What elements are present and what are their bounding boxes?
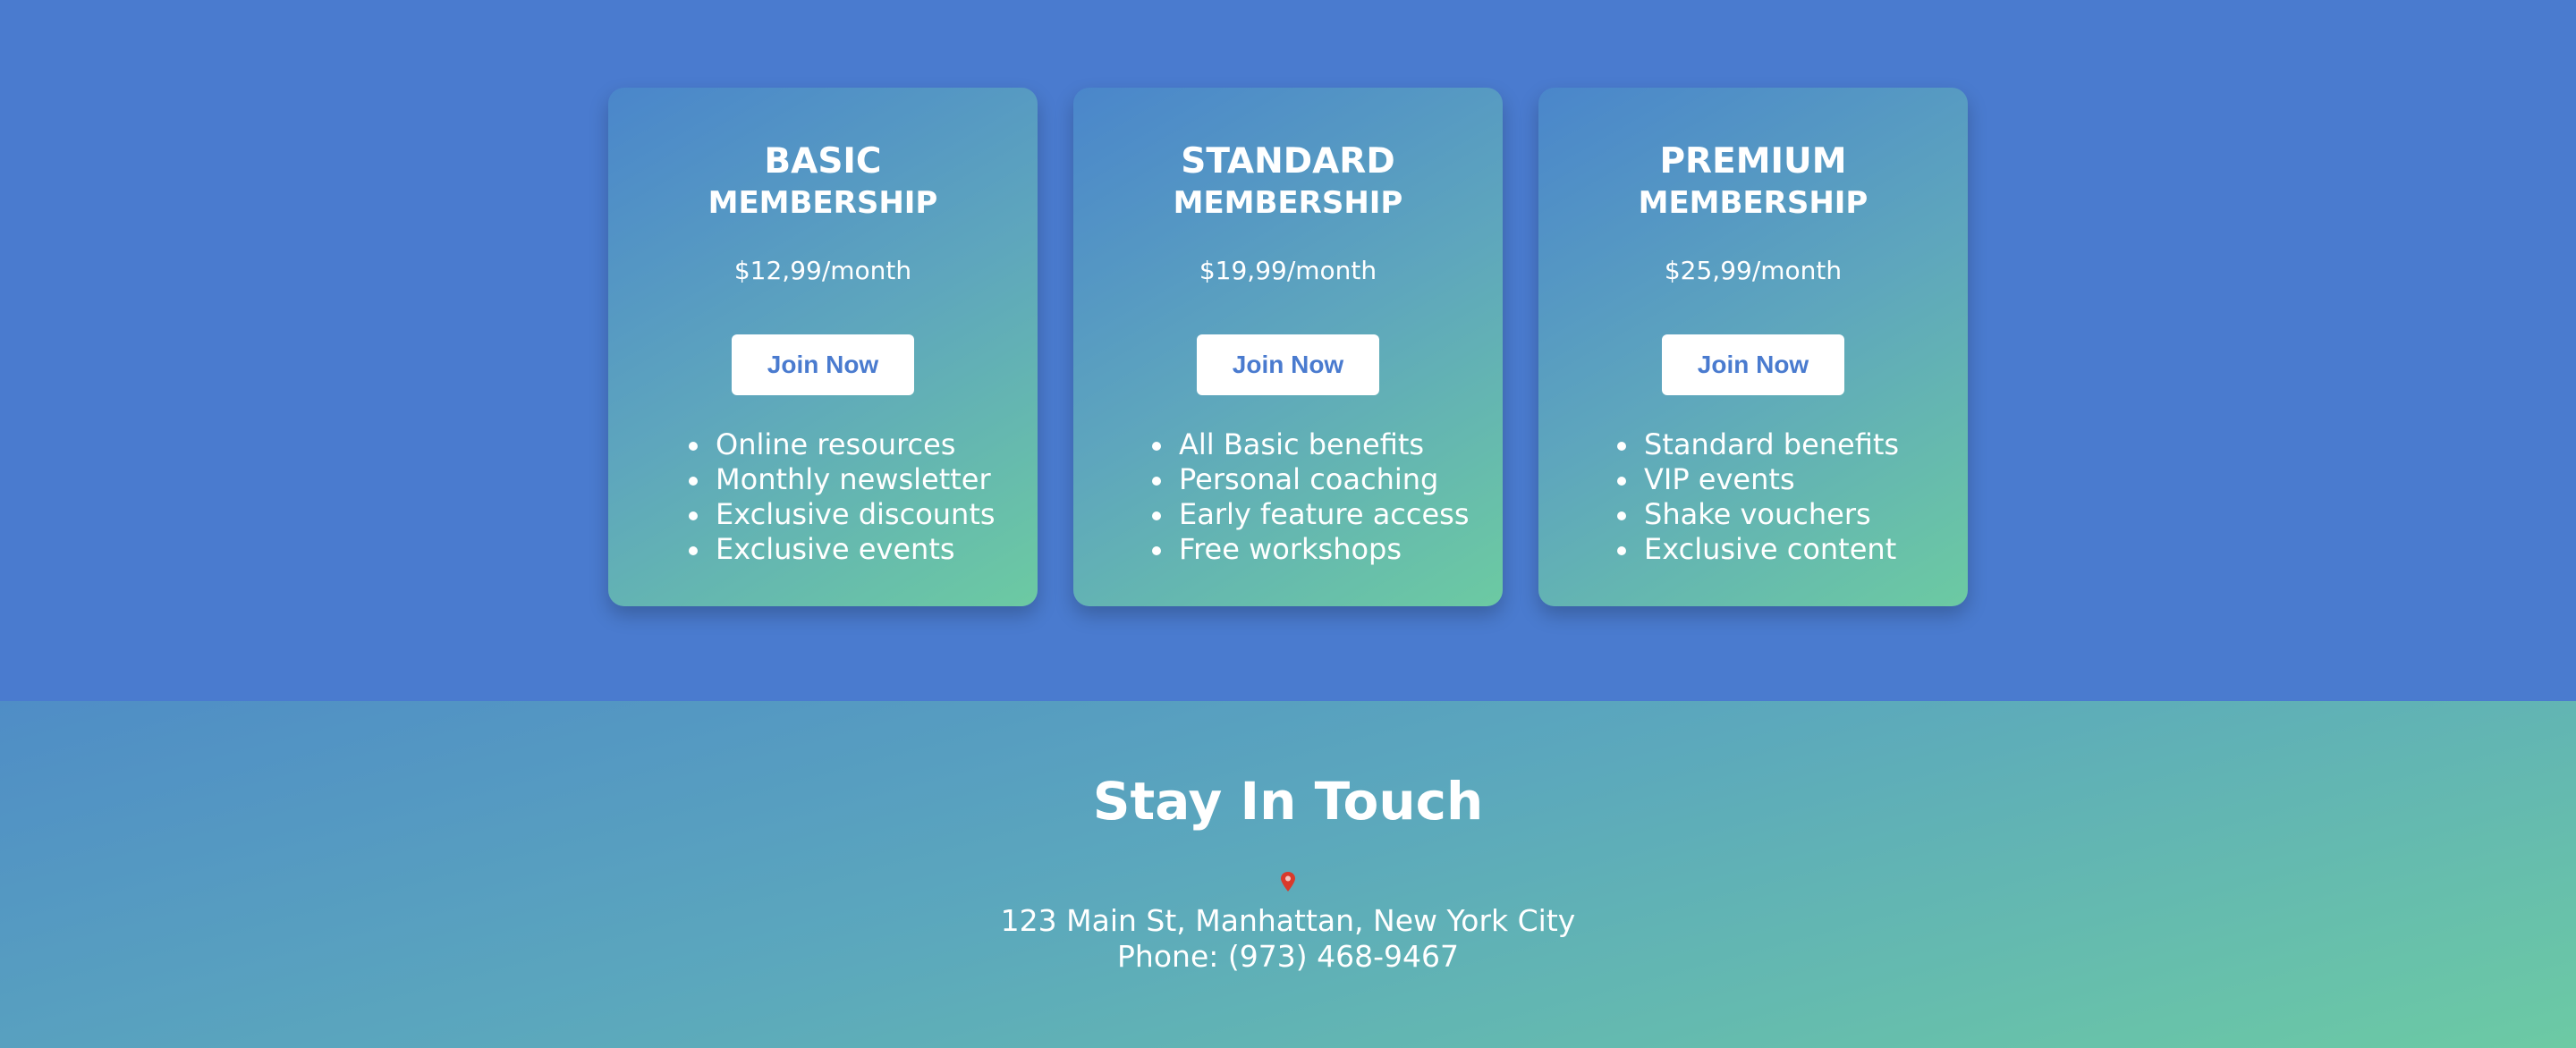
plan-title-line2: MEMBERSHIP (1173, 185, 1403, 221)
plan-price: $12,99/month (733, 256, 912, 285)
premium-plan-card: PREMIUM MEMBERSHIP $25,99/month Join Now… (1538, 88, 1968, 606)
plan-features: Online resources Monthly newsletter Excl… (689, 427, 996, 567)
contact-address: 123 Main St, Manhattan, New York City (1000, 903, 1576, 938)
map-pin-icon (1281, 872, 1295, 892)
pricing-cards: BASIC MEMBERSHIP $12,99/month Join Now O… (608, 88, 1968, 606)
plan-price: $19,99/month (1199, 256, 1377, 285)
plan-title-line1: BASIC (764, 141, 882, 182)
basic-plan-card: BASIC MEMBERSHIP $12,99/month Join Now O… (608, 88, 1038, 606)
plan-title-line1: STANDARD (1181, 141, 1395, 182)
feature-item: All Basic benefits (1152, 427, 1470, 462)
plan-title: STANDARD MEMBERSHIP (1073, 141, 1503, 224)
join-now-button-premium[interactable]: Join Now (1662, 334, 1844, 395)
feature-item: Exclusive discounts (689, 497, 996, 532)
plan-title: BASIC MEMBERSHIP (608, 141, 1038, 224)
join-now-button-standard[interactable]: Join Now (1197, 334, 1379, 395)
feature-item: Free workshops (1152, 532, 1470, 567)
contact-phone: Phone: (973) 468-9467 (1117, 939, 1459, 974)
plan-title-line1: PREMIUM (1659, 141, 1847, 182)
plan-title-line2: MEMBERSHIP (708, 185, 938, 221)
standard-plan-card: STANDARD MEMBERSHIP $19,99/month Join No… (1073, 88, 1503, 606)
feature-item: VIP events (1617, 462, 1899, 497)
join-now-button-basic[interactable]: Join Now (732, 334, 914, 395)
feature-item: Personal coaching (1152, 462, 1470, 497)
feature-item: Monthly newsletter (689, 462, 996, 497)
feature-item: Exclusive events (689, 532, 996, 567)
plan-features: All Basic benefits Personal coaching Ear… (1152, 427, 1470, 567)
contact-title: Stay In Touch (1092, 771, 1484, 832)
feature-item: Standard benefits (1617, 427, 1899, 462)
plan-price: $25,99/month (1664, 256, 1843, 285)
pricing-section: BASIC MEMBERSHIP $12,99/month Join Now O… (0, 0, 2576, 701)
feature-item: Shake vouchers (1617, 497, 1899, 532)
contact-section: Stay In Touch 123 Main St, Manhattan, Ne… (0, 701, 2576, 1048)
feature-item: Online resources (689, 427, 996, 462)
feature-item: Early feature access (1152, 497, 1470, 532)
plan-features: Standard benefits VIP events Shake vouch… (1617, 427, 1899, 567)
plan-title-line2: MEMBERSHIP (1638, 185, 1868, 221)
feature-item: Exclusive content (1617, 532, 1899, 567)
plan-title: PREMIUM MEMBERSHIP (1538, 141, 1968, 224)
